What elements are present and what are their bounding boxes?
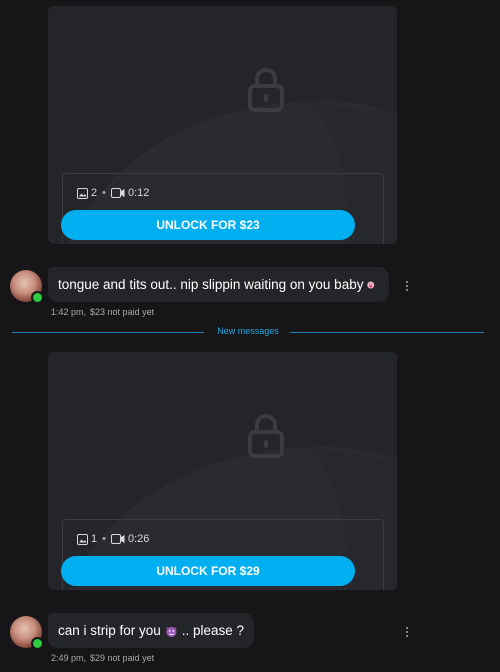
lock-icon — [248, 68, 284, 112]
photo-count: 2 — [91, 187, 98, 199]
message-bubble: can i strip for you .. please ? — [48, 613, 254, 648]
message-meta: 2:49 pm, $29 not paid yet — [51, 653, 154, 663]
devil-emoji — [166, 626, 177, 637]
video-icon — [110, 534, 125, 544]
message-time: 1:42 pm, — [51, 307, 87, 317]
more-vertical-icon[interactable] — [404, 280, 410, 292]
message-text: tongue and tits out.. nip slippin waitin… — [58, 277, 364, 292]
tongue-emoji — [367, 281, 375, 288]
more-vertical-icon[interactable] — [404, 626, 410, 638]
online-status-indicator — [31, 637, 44, 650]
video-icon — [110, 188, 125, 198]
online-status-indicator — [31, 291, 44, 304]
message-bubble: tongue and tits out.. nip slippin waitin… — [48, 267, 389, 302]
price-status: $23 not paid yet — [90, 307, 155, 317]
message-meta: 1:42 pm, $23 not paid yet — [51, 307, 154, 317]
price-status: $29 not paid yet — [90, 653, 155, 663]
divider-line-right — [290, 332, 484, 333]
locked-media-card[interactable]: 2 • 0:12 UNLOCK FOR $23 — [48, 6, 397, 244]
image-icon — [77, 533, 88, 545]
stats-separator: • — [102, 533, 106, 545]
video-duration: 0:26 — [127, 533, 150, 545]
image-icon — [77, 187, 88, 199]
locked-media-card[interactable]: 1 • 0:26 UNLOCK FOR $29 — [48, 352, 397, 590]
unlock-button[interactable]: UNLOCK FOR $29 — [61, 556, 355, 586]
stats-separator: • — [102, 187, 106, 199]
message-text-suffix: .. please ? — [181, 623, 244, 638]
media-stats: 2 • 0:12 — [77, 187, 149, 199]
message-text: can i strip for you — [58, 623, 161, 638]
video-duration: 0:12 — [127, 187, 150, 199]
divider-line-left — [12, 332, 204, 333]
unlock-button[interactable]: UNLOCK FOR $23 — [61, 210, 355, 240]
message-time: 2:49 pm, — [51, 653, 87, 663]
photo-count: 1 — [91, 533, 98, 545]
new-messages-divider: New messages — [217, 326, 279, 336]
lock-icon — [248, 414, 284, 458]
media-stats: 1 • 0:26 — [77, 533, 149, 545]
